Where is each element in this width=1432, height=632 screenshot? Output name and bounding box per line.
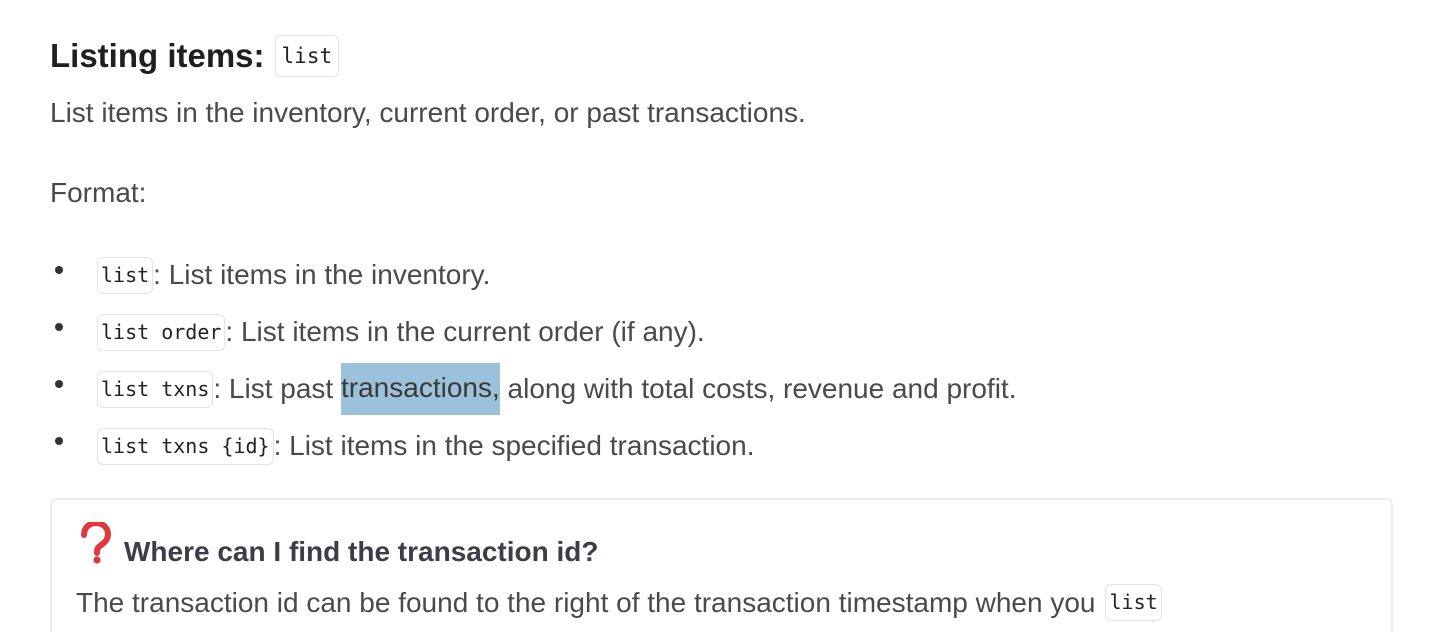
command-code: list txns {id} — [97, 427, 274, 465]
document-page: Listing items: list List items in the in… — [50, 0, 1393, 632]
question-mark-icon — [81, 522, 112, 564]
format-label: Format: — [50, 177, 147, 208]
command-code: list txns — [97, 370, 214, 408]
command-description: : List items in the specified transactio… — [273, 430, 755, 461]
command-description: : List items in the current order (if an… — [225, 316, 705, 347]
bullet-icon — [55, 437, 63, 445]
bullet-icon — [55, 380, 63, 388]
section-heading-text: Listing items: — [50, 37, 265, 74]
bullet-icon — [55, 266, 63, 274]
command-description-suffix: along with total costs, revenue and prof… — [499, 373, 1017, 404]
intro-paragraph: List items in the inventory, current ord… — [50, 97, 806, 128]
callout-code-list: list — [1105, 584, 1162, 621]
command-code: list — [97, 256, 154, 294]
section-heading: Listing items: list — [50, 32, 340, 80]
selected-text-highlight[interactable]: transactions, — [341, 363, 500, 415]
callout-body-text: The transaction id can be found to the r… — [76, 586, 1096, 618]
callout-title: Where can I find the transaction id? — [124, 536, 599, 567]
bullet-icon — [55, 323, 63, 331]
command-description-prefix: : List past — [213, 373, 341, 404]
command-description: : List items in the inventory. — [153, 259, 491, 290]
heading-code-list: list — [274, 35, 340, 77]
callout-body: The transaction id can be found to the r… — [76, 584, 1162, 621]
faq-callout-box: Where can I find the transaction id? The… — [50, 498, 1393, 632]
command-code: list order — [97, 313, 226, 351]
